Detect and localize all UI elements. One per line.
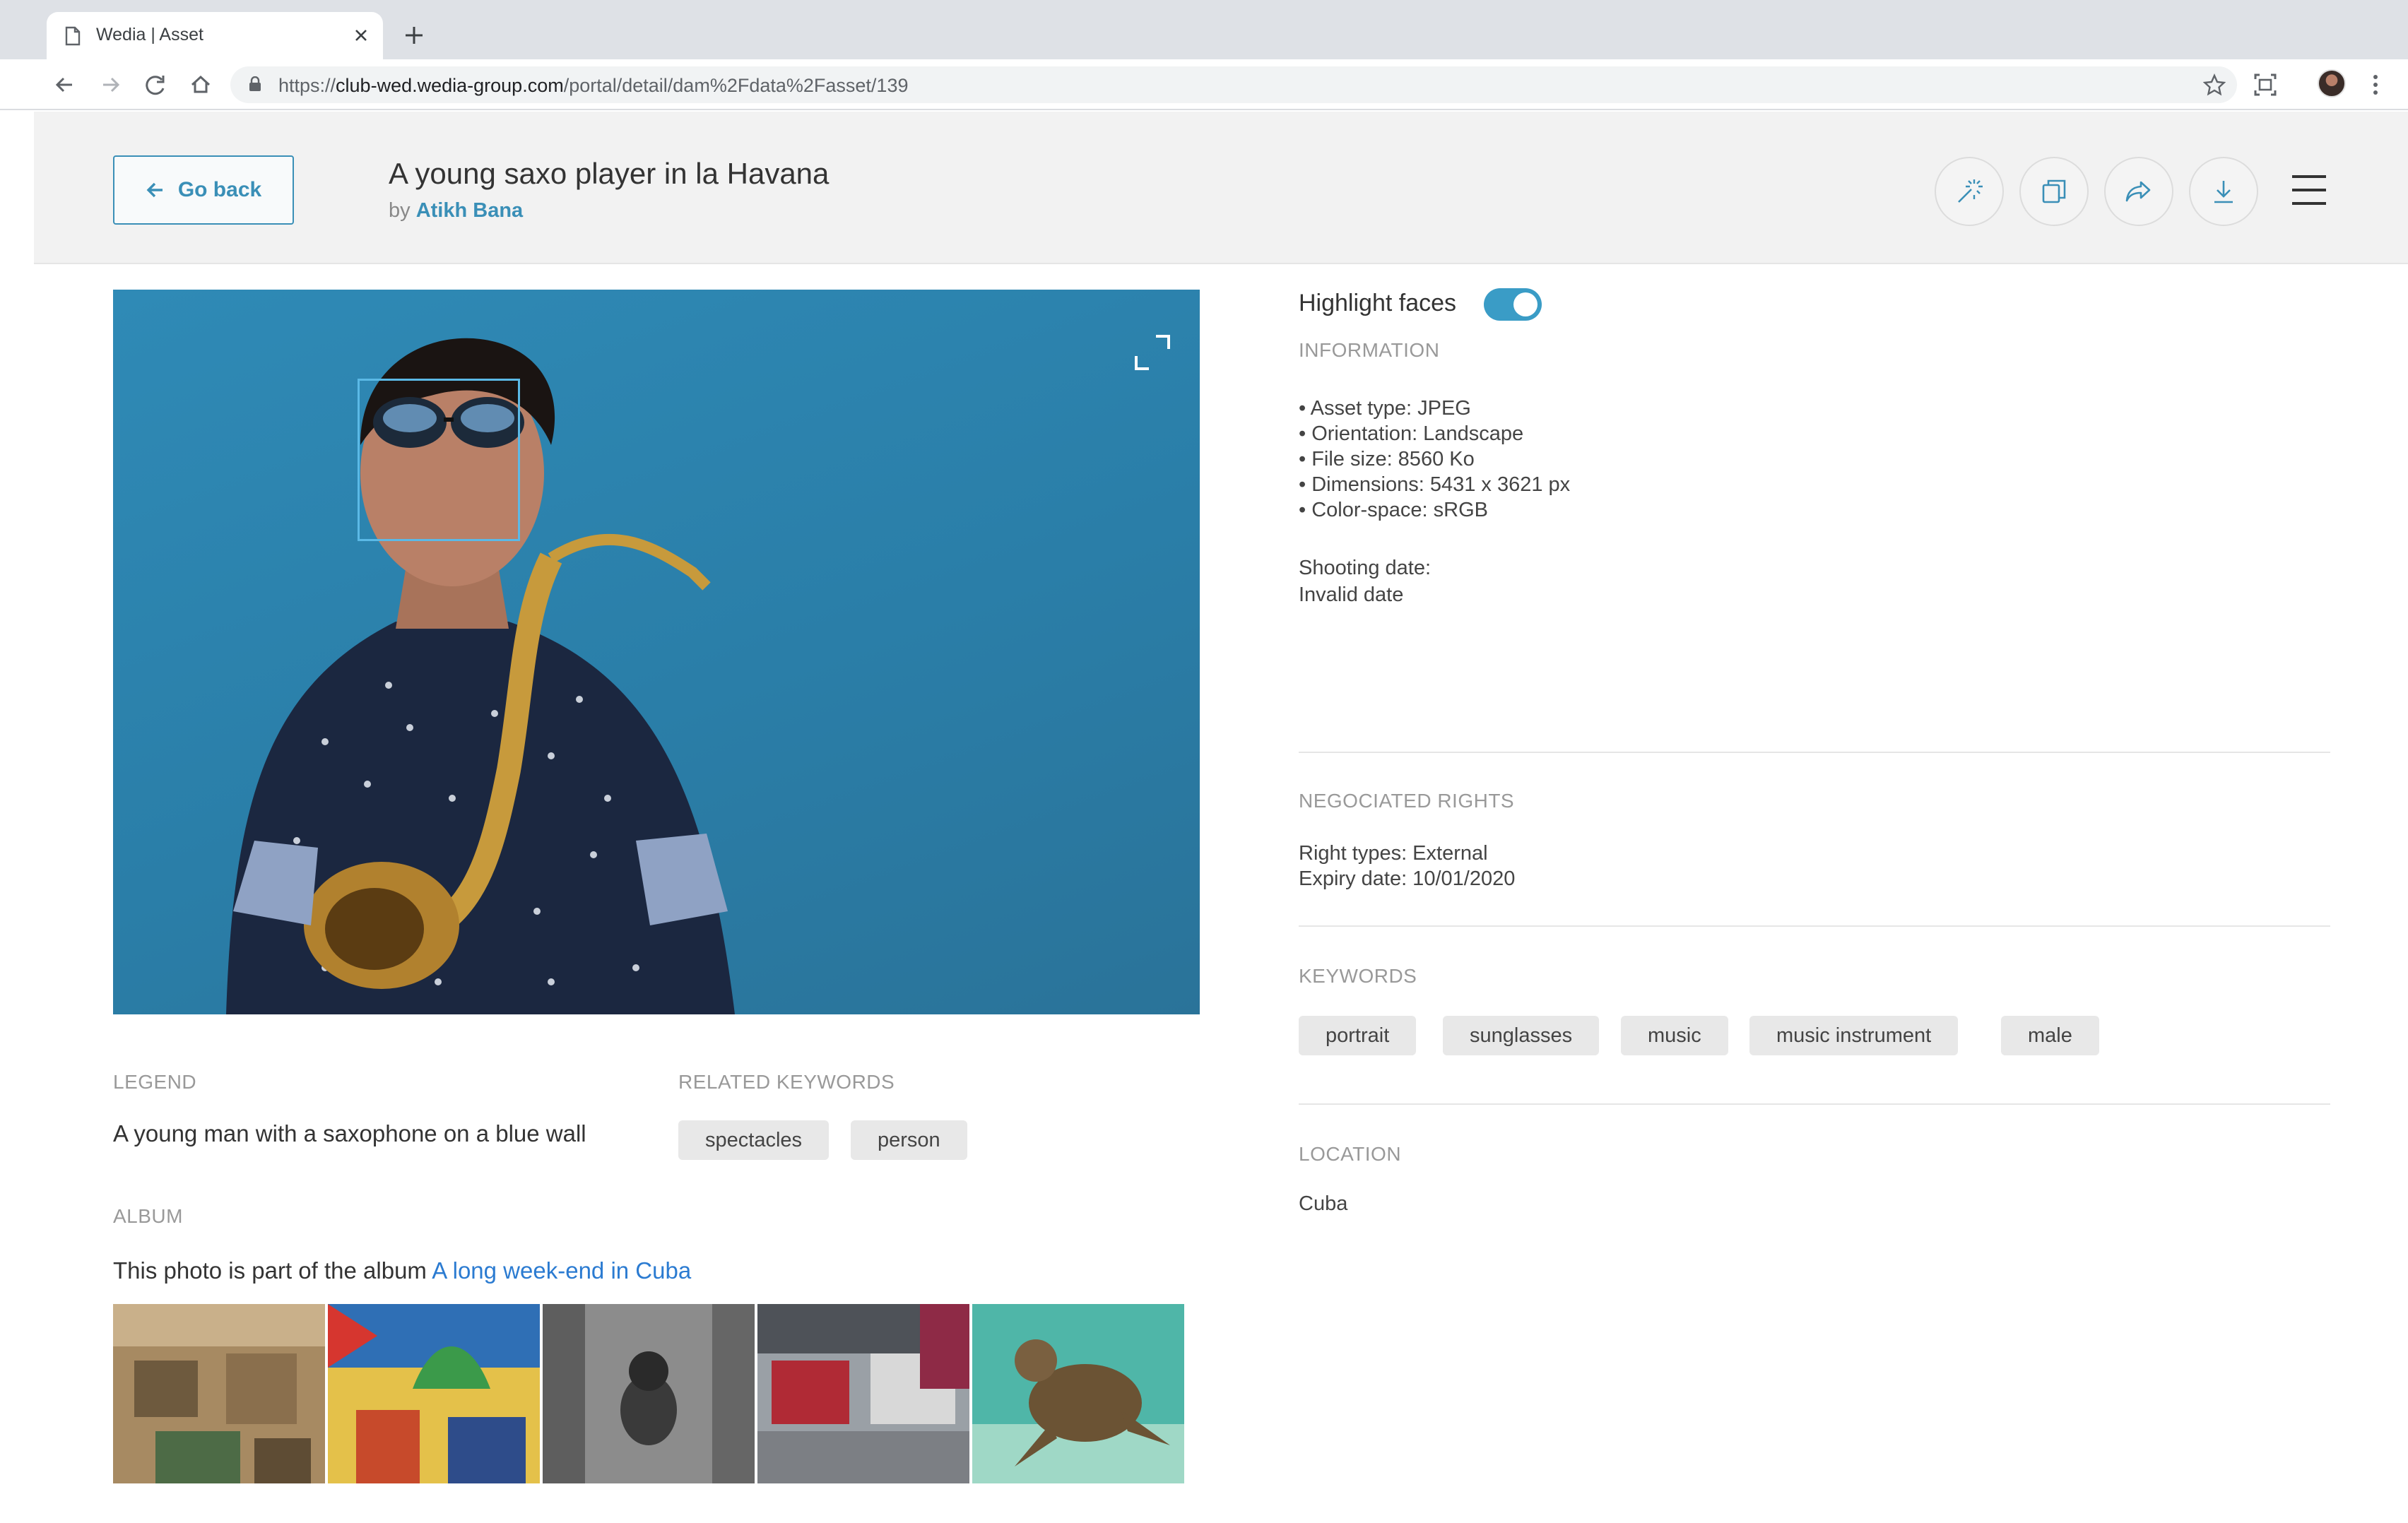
related-keyword-chip[interactable]: person [851, 1120, 967, 1160]
screen-capture-icon[interactable] [2250, 69, 2281, 100]
info-dimensions: • Dimensions: 5431 x 3621 px [1299, 473, 1571, 496]
information-heading: INFORMATION [1299, 339, 1440, 361]
keyword-chip[interactable]: portrait [1299, 1016, 1417, 1055]
asset-detail-page: Go back A young saxo player in la Havana… [34, 112, 2408, 1483]
divider [1299, 925, 2330, 927]
close-tab-icon[interactable] [350, 25, 372, 46]
tab-title: Wedia | Asset [96, 25, 203, 45]
album-thumbnail[interactable] [328, 1304, 540, 1483]
shooting-date-label: Shooting date: [1299, 557, 1432, 579]
saxophone-player-photo [226, 338, 735, 1014]
go-back-button[interactable]: Go back [113, 155, 294, 225]
divider [1299, 1103, 2330, 1105]
arrow-left-icon [146, 182, 163, 198]
divider [1299, 752, 2330, 753]
thumbnail-image [328, 1304, 540, 1483]
asset-header: Go back A young saxo player in la Havana… [34, 112, 2408, 264]
album-link[interactable]: A long week-end in Cuba [432, 1257, 691, 1284]
thumbnail-image [757, 1304, 969, 1483]
fullscreen-expand-icon[interactable] [1132, 332, 1173, 373]
new-tab-icon[interactable] [400, 21, 428, 49]
right-types: Right types: External [1299, 842, 1488, 865]
copy-icon [2042, 179, 2066, 203]
legend-text: A young man with a saxophone on a blue w… [113, 1120, 586, 1146]
back-arrow-icon[interactable] [49, 69, 81, 100]
album-heading: ALBUM [113, 1205, 183, 1227]
lock-icon [249, 76, 261, 91]
download-button[interactable] [2189, 157, 2258, 226]
asset-byline: by Atikh Bana [389, 199, 523, 223]
album-thumbnail[interactable] [113, 1304, 325, 1483]
more-vert-icon[interactable] [2360, 69, 2391, 100]
asset-title: A young saxo player in la Havana [389, 157, 830, 190]
duplicate-button[interactable] [2019, 157, 2089, 226]
by-prefix: by [389, 199, 411, 222]
expiry-date: Expiry date: 10/01/2020 [1299, 867, 1516, 890]
shooting-date-value: Invalid date [1299, 583, 1404, 606]
highlight-faces-toggle[interactable] [1484, 288, 1542, 321]
highlight-faces-label: Highlight faces [1299, 290, 1457, 316]
bookmark-star-icon[interactable] [2203, 73, 2226, 96]
album-prefix: This photo is part of the album [113, 1257, 432, 1284]
reload-icon[interactable] [140, 69, 171, 100]
info-color-space: • Color-space: sRGB [1299, 499, 1489, 521]
browser-toolbar: https://club-wed.wedia-group.com/portal/… [0, 59, 2408, 110]
info-file-size: • File size: 8560 Ko [1299, 448, 1475, 470]
album-thumbnail[interactable] [757, 1304, 969, 1483]
thumbnail-image [972, 1304, 1184, 1483]
thumbnail-image [543, 1304, 755, 1483]
thumbnail-image [113, 1304, 325, 1483]
sparkle-icon [1958, 179, 1983, 203]
share-button[interactable] [2104, 157, 2173, 226]
url-text: https://club-wed.wedia-group.com/portal/… [278, 75, 909, 96]
hamburger-menu-icon[interactable] [2291, 174, 2327, 206]
face-highlight-box [358, 379, 520, 541]
legend-heading: LEGEND [113, 1071, 197, 1093]
keyword-chip[interactable]: music [1621, 1016, 1728, 1055]
keyword-chip[interactable]: sunglasses [1443, 1016, 1600, 1055]
browser-tabstrip: Wedia | Asset [0, 0, 2408, 59]
related-keyword-chip[interactable]: spectacles [678, 1120, 830, 1160]
address-bar[interactable]: https://club-wed.wedia-group.com/portal/… [230, 66, 2237, 103]
go-back-label: Go back [177, 178, 262, 201]
info-asset-type: • Asset type: JPEG [1299, 397, 1471, 420]
document-icon [65, 26, 81, 46]
keyword-chip[interactable]: male [2001, 1016, 2099, 1055]
album-thumbnail[interactable] [543, 1304, 755, 1483]
browser-tab[interactable]: Wedia | Asset [47, 12, 383, 59]
asset-preview-image[interactable] [113, 290, 1200, 1014]
share-icon [2125, 181, 2151, 202]
album-sentence: This photo is part of the album A long w… [113, 1257, 691, 1284]
keyword-chip[interactable]: music instrument [1749, 1016, 1959, 1055]
related-keywords-heading: RELATED KEYWORDS [678, 1071, 895, 1093]
profile-avatar[interactable] [2318, 69, 2346, 97]
forward-arrow-icon[interactable] [95, 69, 126, 100]
home-icon[interactable] [185, 69, 216, 100]
author-link[interactable]: Atikh Bana [416, 199, 523, 222]
album-thumbnail[interactable] [972, 1304, 1184, 1483]
rights-heading: NEGOCIATED RIGHTS [1299, 790, 1515, 812]
magic-wand-button[interactable] [1935, 157, 2004, 226]
download-icon [2214, 181, 2233, 203]
location-value: Cuba [1299, 1192, 1348, 1215]
info-orientation: • Orientation: Landscape [1299, 422, 1524, 445]
keywords-heading: KEYWORDS [1299, 965, 1417, 987]
location-heading: LOCATION [1299, 1143, 1402, 1165]
